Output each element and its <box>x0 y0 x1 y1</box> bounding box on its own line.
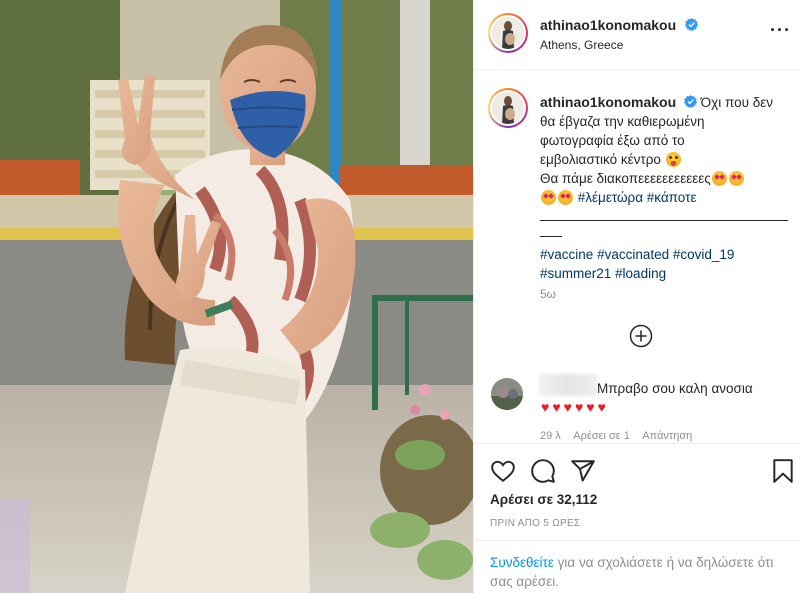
caption-timestamp: 5ω <box>540 287 557 301</box>
comments-section: athinao1konomakou Όχι που δεν θα έβγαζα … <box>474 71 800 443</box>
comment-time: 29 λ <box>540 430 561 442</box>
caption-line-5: Θα πάμε διακοπεεεεεεεεεεες <box>540 171 711 186</box>
heart-eyes-emoji-icon <box>541 190 556 205</box>
login-link[interactable]: Συνδεθείτε <box>490 555 554 570</box>
caption-line-1: Όχι που δεν <box>700 95 774 110</box>
hashtag-summer21[interactable]: #summer21 <box>540 266 611 281</box>
hashtag-kapote[interactable]: #κάποτε <box>647 190 697 205</box>
caption-line-2: θα έβγαζα την καθιερωμένη <box>540 114 705 129</box>
hashtag-loading[interactable]: #loading <box>615 266 666 281</box>
caption-underline-divider <box>540 207 788 221</box>
caption-author-avatar[interactable] <box>488 88 528 128</box>
heart-eyes-emoji-icon <box>728 171 744 186</box>
verified-badge-icon <box>684 18 698 31</box>
hashtag-lemetora[interactable]: #λέμετώρα <box>578 190 643 205</box>
post-header: athinao1konomakou Athens, Greece ··· <box>474 0 800 70</box>
hashtag-vaccine[interactable]: #vaccine <box>540 247 593 262</box>
author-username-row: athinao1konomakou <box>540 17 698 35</box>
comment-reply-button[interactable]: Απάντηση <box>642 430 692 442</box>
comment-text: Μπραβο σου καλη ανοσια <box>597 381 753 396</box>
post-location[interactable]: Athens, Greece <box>540 38 623 52</box>
hashtag-vaccinated[interactable]: #vaccinated <box>597 247 669 262</box>
comment-icon[interactable] <box>530 458 556 484</box>
more-options-icon[interactable]: ··· <box>770 20 791 41</box>
tongue-emoji-icon <box>665 152 681 167</box>
comment-meta: 29 λ Αρέσει σε 1 Απάντηση <box>540 430 702 442</box>
post-caption: athinao1konomakou Όχι που δεν θα έβγαζα … <box>540 93 788 283</box>
load-more-comments-icon[interactable] <box>629 324 653 348</box>
caption-line-3: φωτογραφία έξω από το <box>540 133 685 148</box>
heart-eyes-emoji-icon <box>558 190 573 205</box>
commenter-avatar[interactable] <box>491 378 523 410</box>
post-actions: Αρέσει σε 32,112 ΠΡΙΝ ΑΠΟ 5 ΩΡΕΣ Συνδεθε… <box>474 443 800 593</box>
heart-icon[interactable] <box>490 458 516 484</box>
share-icon[interactable] <box>570 458 596 484</box>
likes-count[interactable]: Αρέσει σε 32,112 <box>490 492 597 507</box>
heart-eyes-emoji-icon <box>711 171 727 186</box>
verified-badge-icon <box>683 95 697 108</box>
post-timestamp: ΠΡΙΝ ΑΠΟ 5 ΩΡΕΣ <box>490 518 581 529</box>
caption-underline-short <box>540 226 562 237</box>
author-username[interactable]: athinao1konomakou <box>540 17 676 33</box>
comment-hearts: ♥♥♥♥♥♥ <box>541 399 609 415</box>
bookmark-icon[interactable] <box>770 458 796 484</box>
comment-likes[interactable]: Αρέσει σε 1 <box>573 430 630 442</box>
author-avatar[interactable] <box>488 13 528 53</box>
post-photo[interactable] <box>0 0 473 593</box>
caption-username[interactable]: athinao1konomakou <box>540 94 676 110</box>
caption-line-4: εμβολιαστικό κέντρο <box>540 152 661 167</box>
login-prompt: Συνδεθείτε για να σχολιάσετε ή να δηλώσε… <box>474 540 800 593</box>
post-sidebar: athinao1konomakou Athens, Greece ··· ath… <box>473 0 800 593</box>
hashtag-covid-19[interactable]: #covid_19 <box>673 247 735 262</box>
commenter-username-blurred <box>538 374 598 396</box>
